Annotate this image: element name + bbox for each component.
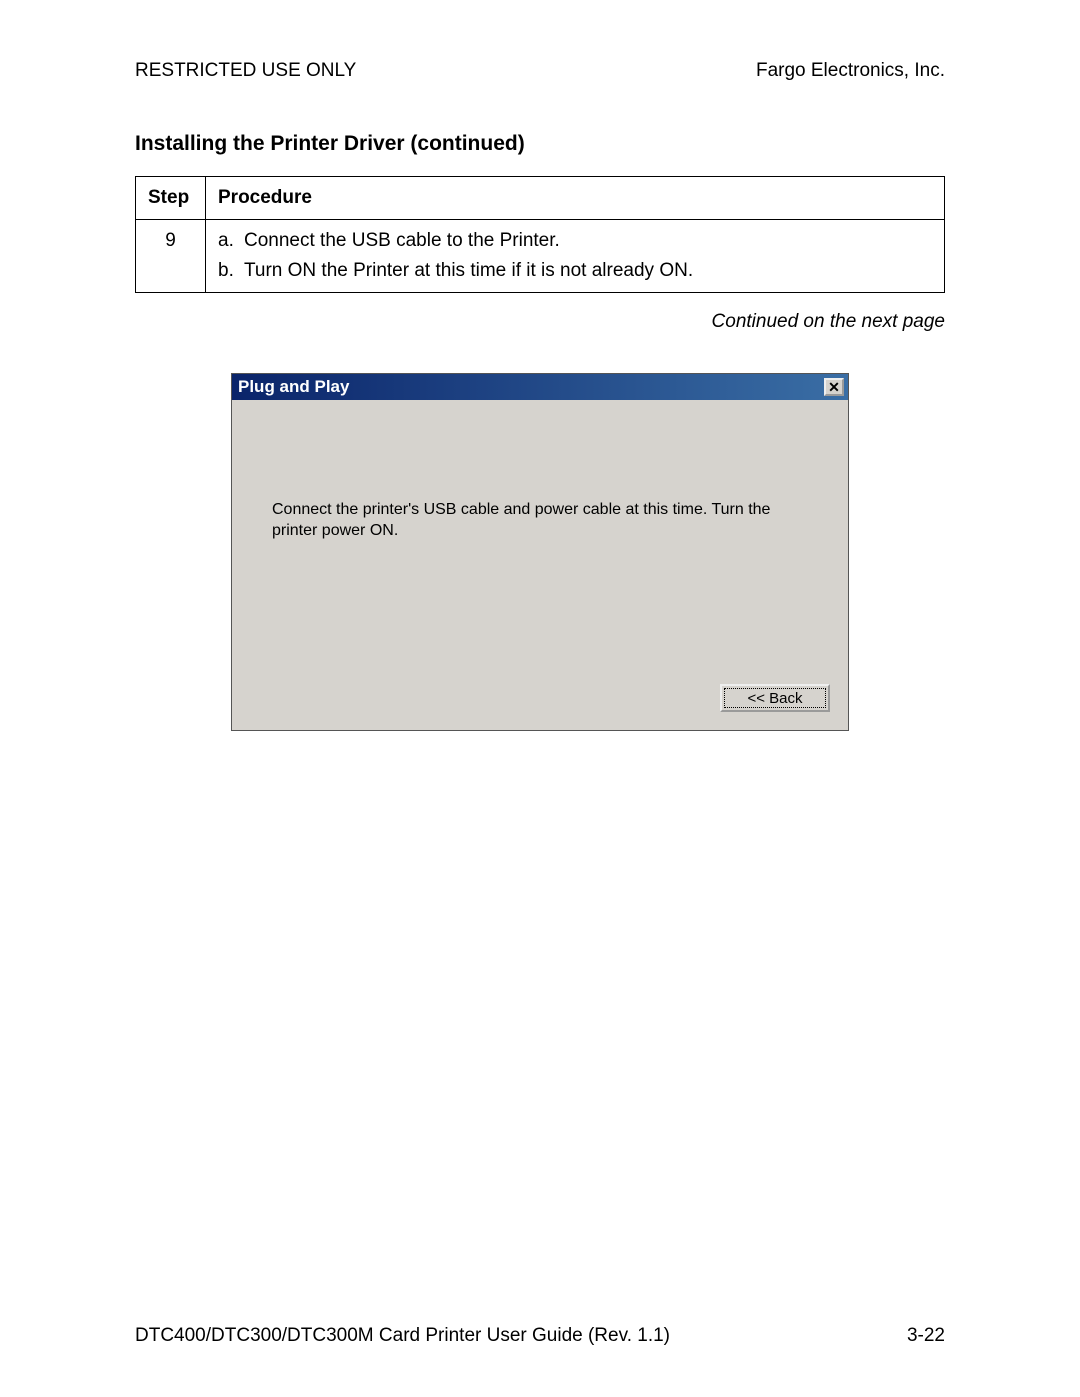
dialog-body: Connect the printer's USB cable and powe… — [232, 400, 848, 730]
col-procedure-header: Procedure — [206, 177, 945, 220]
plug-and-play-dialog: Plug and Play ✕ Connect the printer's US… — [231, 373, 849, 731]
col-step-header: Step — [136, 177, 206, 220]
dialog-title: Plug and Play — [238, 377, 349, 397]
dialog-screenshot-wrapper: Plug and Play ✕ Connect the printer's US… — [135, 373, 945, 731]
item-text: Connect the USB cable to the Printer. — [244, 230, 932, 252]
section-title: Installing the Printer Driver (continued… — [135, 132, 945, 156]
continued-note: Continued on the next page — [135, 311, 945, 333]
table-header-row: Step Procedure — [136, 177, 945, 220]
close-button[interactable]: ✕ — [824, 378, 844, 396]
close-icon: ✕ — [828, 380, 840, 394]
page-footer: DTC400/DTC300/DTC300M Card Printer User … — [135, 1325, 945, 1347]
dialog-titlebar: Plug and Play ✕ — [232, 374, 848, 400]
procedure-item: b. Turn ON the Printer at this time if i… — [218, 260, 932, 282]
table-row: 9 a. Connect the USB cable to the Printe… — [136, 220, 945, 293]
header-right: Fargo Electronics, Inc. — [756, 60, 945, 82]
footer-right: 3-22 — [907, 1325, 945, 1347]
procedure-table: Step Procedure 9 a. Connect the USB cabl… — [135, 176, 945, 293]
item-letter: b. — [218, 260, 244, 282]
item-text: Turn ON the Printer at this time if it i… — [244, 260, 932, 282]
back-button[interactable]: << Back — [720, 684, 830, 712]
procedure-item: a. Connect the USB cable to the Printer. — [218, 230, 932, 252]
footer-left: DTC400/DTC300/DTC300M Card Printer User … — [135, 1325, 670, 1347]
header-left: RESTRICTED USE ONLY — [135, 60, 356, 82]
step-number-cell: 9 — [136, 220, 206, 293]
page-header: RESTRICTED USE ONLY Fargo Electronics, I… — [135, 60, 945, 82]
dialog-button-row: << Back — [720, 684, 830, 712]
procedure-cell: a. Connect the USB cable to the Printer.… — [206, 220, 945, 293]
dialog-message: Connect the printer's USB cable and powe… — [272, 500, 772, 542]
item-letter: a. — [218, 230, 244, 252]
